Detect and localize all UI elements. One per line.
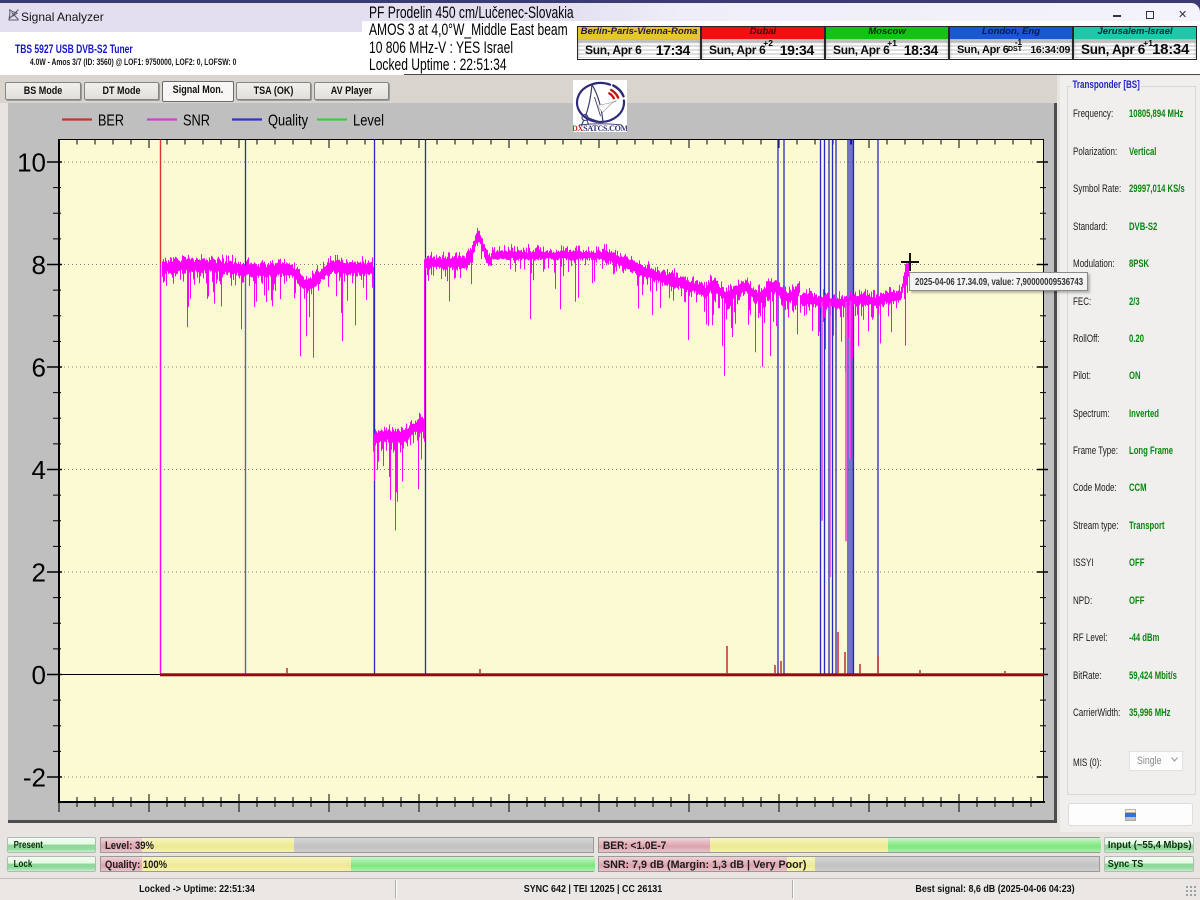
svg-text:DXSATCS.COM: DXSATCS.COM <box>573 124 627 132</box>
svg-text:4: 4 <box>32 455 46 485</box>
svg-text:SNR: SNR <box>183 113 210 130</box>
svg-text:-2: -2 <box>23 763 46 793</box>
svg-text:0: 0 <box>32 660 46 690</box>
svg-text:2: 2 <box>32 558 46 588</box>
svg-text:BER: BER <box>98 113 124 130</box>
svg-text:6: 6 <box>32 353 46 383</box>
svg-text:10: 10 <box>17 148 46 178</box>
svg-text:Level: Level <box>353 113 384 130</box>
svg-text:Quality: Quality <box>268 113 308 130</box>
svg-text:8: 8 <box>32 250 46 280</box>
